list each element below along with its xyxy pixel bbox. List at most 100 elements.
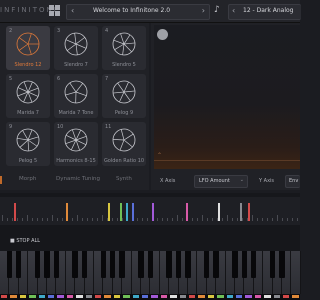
white-key[interactable]	[291, 251, 301, 294]
music-note-icon[interactable]: ♪	[214, 5, 220, 15]
range-tick	[242, 218, 243, 221]
scale-card[interactable]: 11 Golden Ratio 10	[102, 122, 146, 166]
range-tick	[72, 218, 73, 221]
black-key[interactable]	[138, 251, 144, 278]
black-key[interactable]	[100, 251, 106, 278]
black-key[interactable]	[213, 251, 219, 278]
pitch-marker	[218, 203, 220, 221]
range-tick	[57, 218, 58, 221]
key-color-marker	[160, 295, 168, 298]
black-key[interactable]	[110, 251, 116, 278]
key-color-marker	[132, 295, 139, 298]
black-key[interactable]	[119, 251, 125, 278]
range-tick	[192, 218, 193, 221]
range-tick	[167, 218, 168, 221]
x-axis-select[interactable]: LFO Amount ⌄	[194, 175, 248, 188]
keyboard-area: ■ STOP ALL	[0, 193, 301, 300]
scale-wheel-icon	[112, 32, 136, 56]
black-key[interactable]	[44, 251, 50, 278]
black-key[interactable]	[175, 251, 182, 278]
xy-knob[interactable]	[157, 29, 168, 40]
scale-card[interactable]: 9 Pelog 5	[6, 122, 50, 166]
scale-preset-selector[interactable]: ‹ 12 - Dark Analog	[228, 4, 301, 20]
xy-footer: X Axis LFO Amount ⌄ Y Axis Env	[151, 173, 300, 189]
key-color-marker	[57, 295, 64, 298]
scale-card[interactable]: 2 Slendro 12	[6, 26, 50, 70]
range-tick	[112, 218, 113, 221]
range-tick	[222, 218, 223, 221]
pitch-marker	[152, 203, 154, 221]
range-tick	[2, 215, 3, 221]
key-color-marker	[226, 295, 233, 298]
stop-all-button[interactable]: ■ STOP ALL	[10, 238, 40, 244]
scale-number: 4	[105, 28, 109, 34]
scale-card[interactable]: 5 Marida 7	[6, 74, 50, 118]
key-color-marker	[1, 295, 8, 298]
scale-number: 11	[105, 124, 112, 130]
x-axis-value: LFO Amount	[199, 178, 230, 184]
scale-card[interactable]: 10 Harmonics 8-15	[54, 122, 98, 166]
range-tick	[292, 218, 293, 221]
black-key[interactable]	[6, 251, 12, 278]
range-tick	[287, 218, 288, 221]
y-axis-label: Y Axis	[259, 178, 275, 184]
black-key[interactable]	[72, 251, 78, 278]
black-key[interactable]	[34, 251, 41, 278]
black-key[interactable]	[269, 251, 276, 278]
preset-name: Welcome to Infinitone 2.0	[93, 7, 171, 14]
prev-scale-icon[interactable]: ‹	[232, 6, 235, 15]
key-color-marker	[151, 295, 158, 298]
black-key[interactable]	[16, 251, 22, 278]
xy-pad[interactable]: ⌃	[154, 25, 300, 169]
scale-name: Marida 7 Tone	[58, 110, 94, 116]
y-axis-select[interactable]: Env	[285, 175, 300, 188]
black-key[interactable]	[185, 251, 191, 278]
pitch-range-strip[interactable]	[0, 197, 300, 225]
xy-baseline	[154, 160, 300, 161]
preset-selector[interactable]: ‹ Welcome to Infinitone 2.0 ›	[66, 4, 210, 20]
tab-synth[interactable]: Synth	[116, 176, 132, 182]
black-key[interactable]	[232, 251, 238, 278]
range-tick	[92, 218, 93, 221]
piano-keyboard[interactable]	[0, 251, 301, 300]
scale-name: Harmonics 8-15	[56, 158, 96, 164]
scale-name: Pelog 9	[114, 110, 134, 116]
scale-name: Slendro 7	[64, 62, 88, 68]
chevron-down-icon: ⌄	[239, 177, 244, 183]
range-tick	[227, 215, 228, 221]
key-color-marker	[264, 295, 271, 298]
key-color-marker	[189, 295, 196, 298]
key-color-marker	[29, 295, 36, 298]
black-key[interactable]	[241, 251, 247, 278]
black-key[interactable]	[53, 251, 59, 278]
key-color-marker	[10, 295, 17, 298]
scale-card[interactable]: 4 Slendro 5	[102, 26, 146, 70]
range-tick	[267, 218, 268, 221]
black-key[interactable]	[81, 251, 88, 278]
range-tick	[77, 215, 78, 221]
scale-card[interactable]: 3 Slendro 7	[54, 26, 98, 70]
next-preset-icon[interactable]: ›	[202, 6, 205, 15]
keyboard-controls: ■ STOP ALL	[0, 237, 300, 249]
range-tick	[207, 218, 208, 221]
black-key[interactable]	[147, 251, 153, 278]
tab-morph[interactable]: Morph	[19, 176, 36, 182]
scale-card[interactable]: 6 Marida 7 Tone	[54, 74, 98, 118]
pitch-marker	[132, 203, 134, 221]
black-key[interactable]	[279, 251, 285, 278]
black-key[interactable]	[251, 251, 257, 278]
tab-dynamic-tuning[interactable]: Dynamic Tuning	[56, 176, 100, 182]
black-key[interactable]	[204, 251, 210, 278]
scale-wheel-icon	[16, 80, 40, 104]
scale-card[interactable]: 7 Pelog 9	[102, 74, 146, 118]
key-color-marker	[170, 295, 177, 298]
black-key[interactable]	[166, 251, 172, 278]
key-color-marker	[254, 295, 262, 298]
scale-name: Marida 7	[17, 110, 39, 116]
scale-wheel-icon	[16, 32, 40, 56]
prev-preset-icon[interactable]: ‹	[71, 6, 74, 15]
scale-name: Slendro 5	[112, 62, 136, 68]
range-tick	[32, 218, 33, 221]
grid-menu-icon[interactable]	[49, 5, 60, 16]
scale-wheel-icon	[16, 128, 40, 152]
